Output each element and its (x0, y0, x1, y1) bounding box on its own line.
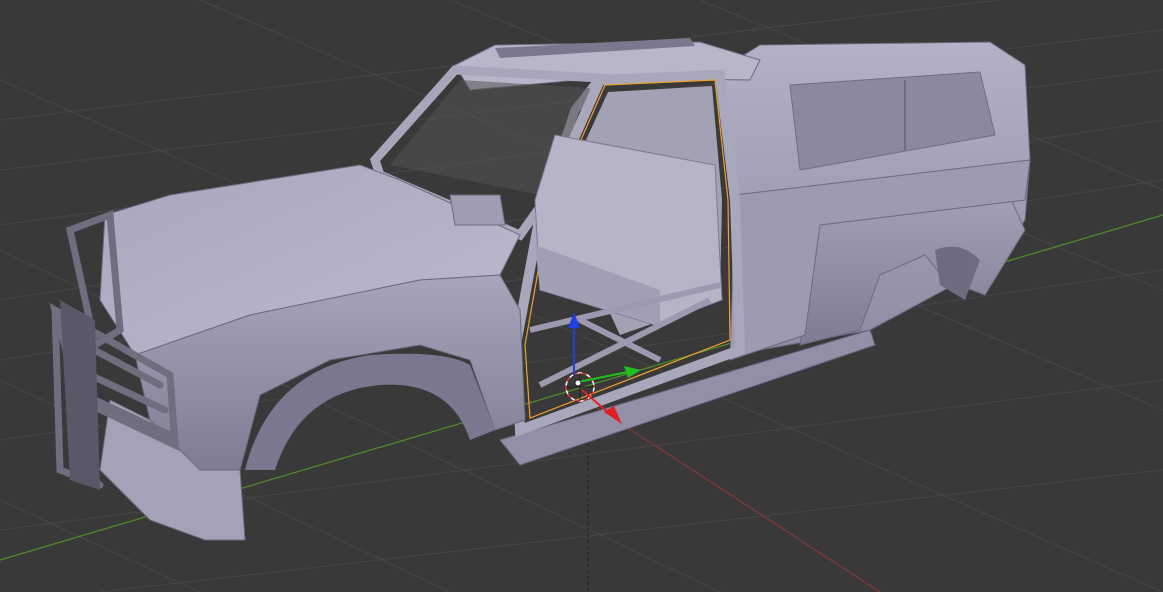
3d-viewport[interactable] (0, 0, 1163, 592)
running-board (499, 329, 876, 466)
viewport-canvas[interactable] (0, 0, 1163, 592)
truck-mesh[interactable] (49, 38, 1031, 541)
gizmo-center[interactable] (574, 379, 582, 387)
x-axis-line (584, 399, 881, 592)
side-mirror (449, 194, 506, 226)
